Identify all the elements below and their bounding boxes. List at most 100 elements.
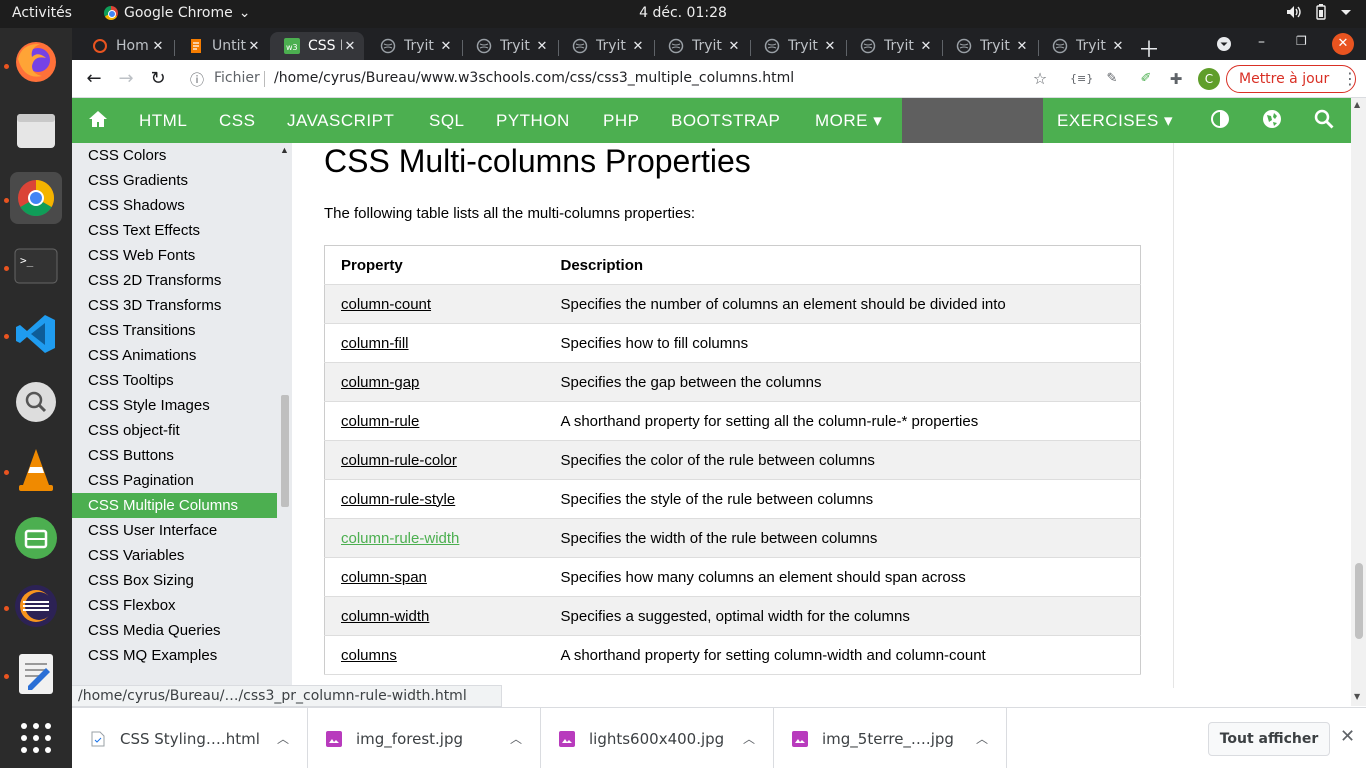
download-item[interactable]: img_5terre_….jpg ︿ (774, 708, 1007, 768)
chrome-launcher[interactable] (10, 172, 62, 224)
nav-html[interactable]: HTML (139, 111, 187, 131)
sidebar-item-shadows[interactable]: CSS Shadows (72, 193, 277, 218)
close-icon[interactable]: ✕ (342, 39, 358, 54)
property-link-hovered[interactable]: column-rule-width (341, 530, 459, 547)
bookmark-star-icon[interactable]: ☆ (1030, 69, 1050, 89)
chevron-up-icon[interactable]: ︿ (743, 730, 755, 747)
contrast-icon[interactable] (1210, 109, 1230, 134)
close-icon[interactable]: ✕ (246, 39, 262, 54)
menu-kebab-icon[interactable]: ⋮ (1342, 69, 1358, 88)
property-link[interactable]: column-span (341, 569, 427, 586)
scroll-up-arrow-icon[interactable]: ▲ (280, 145, 289, 155)
tab-7[interactable]: Tryit ✕ (750, 32, 844, 60)
sidebar-item-pagination[interactable]: CSS Pagination (72, 468, 277, 493)
close-icon[interactable]: ✕ (918, 39, 934, 54)
avatar[interactable]: C (1198, 68, 1220, 90)
sidebar-item-object-fit[interactable]: CSS object-fit (72, 418, 277, 443)
sidebar-item-box-sizing[interactable]: CSS Box Sizing (72, 568, 277, 593)
close-icon[interactable]: ✕ (1110, 39, 1126, 54)
system-tray[interactable] (1286, 4, 1352, 20)
close-icon[interactable]: ✕ (534, 39, 550, 54)
tab-2[interactable]: w3 CSS I ✕ (270, 32, 364, 60)
tab-5[interactable]: Tryit ✕ (558, 32, 652, 60)
home-icon[interactable] (88, 110, 108, 133)
vscode-launcher[interactable] (10, 308, 62, 360)
close-icon[interactable]: ✕ (1014, 39, 1030, 54)
sidebar-item-mq-examples[interactable]: CSS MQ Examples (72, 643, 277, 668)
page-scroll-thumb[interactable] (1355, 563, 1363, 639)
forward-button[interactable]: → (114, 67, 138, 91)
sidebar-item-media-queries[interactable]: CSS Media Queries (72, 618, 277, 643)
sidebar-item-user-interface[interactable]: CSS User Interface (72, 518, 277, 543)
url-text[interactable]: /home/cyrus/Bureau/www.w3schools.com/css… (274, 70, 794, 86)
extension-icon[interactable]: ✎ (1102, 69, 1122, 89)
show-all-downloads-button[interactable]: Tout afficher (1208, 722, 1330, 756)
sidebar-item-multiple-columns[interactable]: CSS Multiple Columns (72, 493, 277, 518)
property-link[interactable]: column-gap (341, 374, 419, 391)
close-icon[interactable]: ✕ (726, 39, 742, 54)
info-icon[interactable]: ⓘ (190, 70, 204, 90)
puzzle-icon[interactable]: ✚ (1166, 69, 1186, 89)
update-button[interactable]: Mettre à jour (1226, 65, 1356, 93)
app-grid-button[interactable] (10, 712, 62, 764)
tab-0[interactable]: Hom ✕ (78, 32, 172, 60)
terminal-launcher[interactable]: >_ (10, 240, 62, 292)
tab-9[interactable]: Tryit ✕ (942, 32, 1036, 60)
sidebar-item-buttons[interactable]: CSS Buttons (72, 443, 277, 468)
sidebar-item-flexbox[interactable]: CSS Flexbox (72, 593, 277, 618)
sidebar-item-2d-transforms[interactable]: CSS 2D Transforms (72, 268, 277, 293)
tab-10[interactable]: Tryit ✕ (1038, 32, 1132, 60)
property-link[interactable]: column-rule-style (341, 491, 455, 508)
sidebar-item-animations[interactable]: CSS Animations (72, 343, 277, 368)
eclipse-launcher[interactable] (10, 580, 62, 632)
nav-sql[interactable]: SQL (429, 111, 465, 131)
tab-6[interactable]: Tryit ✕ (654, 32, 748, 60)
search-icon[interactable] (1314, 109, 1334, 134)
sidebar-item-tooltips[interactable]: CSS Tooltips (72, 368, 277, 393)
property-link[interactable]: column-rule-color (341, 452, 457, 469)
address-bar[interactable]: ⓘ Fichier /home/cyrus/Bureau/www.w3schoo… (182, 64, 1064, 94)
minimize-button[interactable]: – (1258, 34, 1265, 50)
scroll-up-arrow-icon[interactable]: ▲ (1354, 100, 1360, 109)
firefox-launcher[interactable] (10, 36, 62, 88)
globe-icon[interactable] (1262, 109, 1282, 134)
property-link[interactable]: column-rule (341, 413, 419, 430)
tab-4[interactable]: Tryit ✕ (462, 32, 556, 60)
nav-css[interactable]: CSS (219, 111, 255, 131)
nav-javascript[interactable]: JAVASCRIPT (287, 111, 394, 131)
sidebar-item-colors[interactable]: CSS Colors (72, 143, 277, 168)
clock[interactable]: 4 déc. 01:28 (639, 5, 727, 21)
sidebar-item-text-effects[interactable]: CSS Text Effects (72, 218, 277, 243)
download-item[interactable]: lights600x400.jpg ︿ (541, 708, 774, 768)
nav-php[interactable]: PHP (603, 111, 639, 131)
sidebar-item-style-images[interactable]: CSS Style Images (72, 393, 277, 418)
sidebar-item-3d-transforms[interactable]: CSS 3D Transforms (72, 293, 277, 318)
files-launcher[interactable] (10, 104, 62, 156)
nav-exercises[interactable]: EXERCISES ▾ (1057, 111, 1173, 131)
close-icon[interactable]: ✕ (1340, 726, 1355, 747)
property-link[interactable]: column-count (341, 296, 431, 313)
page-scrollbar[interactable]: ▲ ▼ (1351, 98, 1366, 706)
download-item[interactable]: CSS Styling….html ︿ (72, 708, 308, 768)
nav-python[interactable]: PYTHON (496, 111, 570, 131)
sidebar-scroll-thumb[interactable] (281, 395, 289, 507)
tab-search-button[interactable] (1216, 36, 1232, 56)
property-link[interactable]: columns (341, 647, 397, 664)
close-icon[interactable]: ✕ (150, 39, 166, 54)
close-icon[interactable]: ✕ (822, 39, 838, 54)
sidebar-item-web-fonts[interactable]: CSS Web Fonts (72, 243, 277, 268)
text-editor-launcher[interactable] (10, 648, 62, 700)
chevron-up-icon[interactable]: ︿ (277, 730, 289, 747)
installer-launcher[interactable] (10, 512, 62, 564)
nav-more[interactable]: MORE ▾ (815, 111, 882, 131)
search-launcher[interactable] (10, 376, 62, 428)
app-menu[interactable]: Google Chrome ⌄ (104, 5, 250, 21)
chevron-up-icon[interactable]: ︿ (510, 730, 522, 747)
tab-1[interactable]: Untit ✕ (174, 32, 268, 60)
download-item[interactable]: img_forest.jpg ︿ (308, 708, 541, 768)
close-icon[interactable]: ✕ (630, 39, 646, 54)
window-close-button[interactable]: ✕ (1332, 33, 1354, 55)
chevron-up-icon[interactable]: ︿ (976, 730, 988, 747)
sidebar-item-gradients[interactable]: CSS Gradients (72, 168, 277, 193)
tab-3[interactable]: Tryit ✕ (366, 32, 460, 60)
